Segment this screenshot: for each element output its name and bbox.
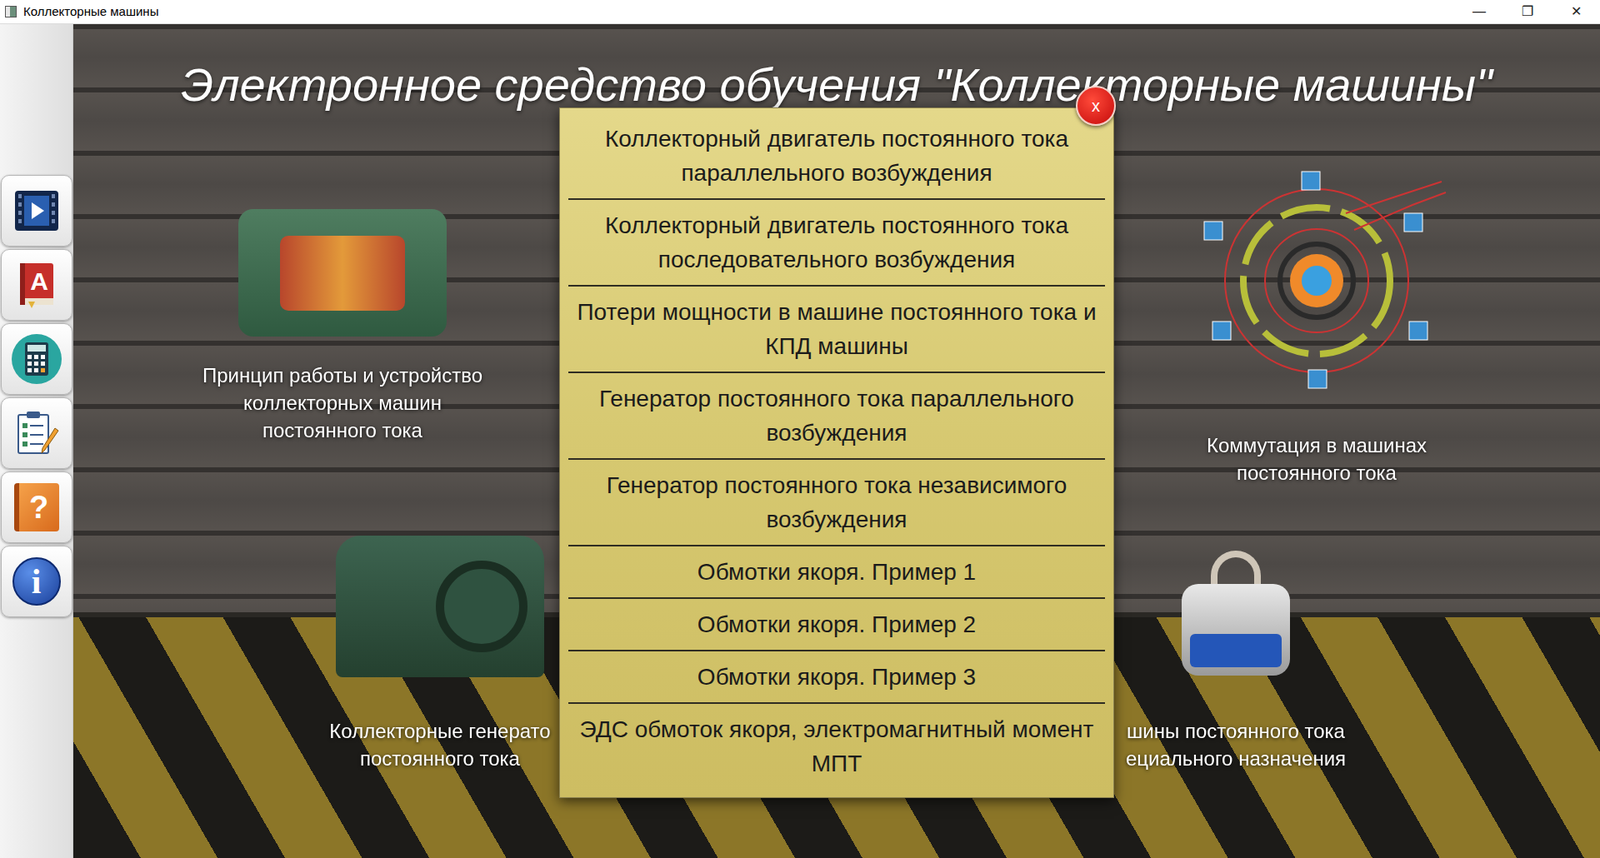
menu-card[interactable]: Коллекторные генератопостоянного тока: [273, 535, 607, 773]
caption-line: Коммутация в машинах: [1206, 431, 1427, 460]
restore-button[interactable]: ❐: [1503, 0, 1552, 24]
minimize-button[interactable]: —: [1455, 0, 1504, 24]
commutation-diagram: [1179, 163, 1455, 399]
topic-divider: [568, 458, 1105, 460]
menu-card[interactable]: Принцип работы и устройствоколлекторных …: [167, 209, 518, 445]
help-icon: ?: [14, 483, 60, 532]
topic-item[interactable]: Обмотки якоря. Пример 1: [560, 546, 1114, 598]
caption-line: шины постоянного тока: [1126, 717, 1345, 745]
topic-divider: [568, 545, 1105, 547]
caption-line: коллекторных машин: [243, 389, 442, 417]
generator-picture: [335, 535, 545, 678]
card-caption: шины постоянного токаециального назначен…: [1125, 717, 1346, 773]
info-icon: i: [12, 557, 61, 606]
topic-item[interactable]: Генератор постоянного тока параллельного…: [560, 373, 1114, 459]
sidebar-button[interactable]: [0, 175, 73, 247]
topic-divider: [568, 597, 1105, 600]
motor-picture: [238, 209, 447, 337]
topic-divider: [568, 285, 1105, 287]
main-area: Электронное средство обучения "Коллектор…: [73, 24, 1600, 858]
topic-divider: [568, 371, 1105, 374]
topic-item[interactable]: Потери мощности в машине постоянного ток…: [560, 286, 1114, 372]
menu-card[interactable]: шины постоянного токаециального назначен…: [1085, 550, 1386, 773]
sidebar-button[interactable]: [0, 397, 73, 470]
sidebar: A? i: [0, 24, 74, 858]
help-glyph: ?: [29, 490, 49, 525]
window-title: Коллекторные машины: [23, 2, 159, 22]
caption-line: Коллекторные генерато: [329, 717, 550, 745]
topic-divider: [568, 650, 1105, 652]
close-window-button[interactable]: ✕: [1551, 0, 1600, 24]
book-icon: A: [11, 260, 62, 310]
sidebar-button[interactable]: A: [0, 249, 73, 321]
app-icon: [5, 5, 17, 18]
sidebar-button[interactable]: ?: [0, 471, 73, 544]
topic-item[interactable]: Коллекторный двигатель постоянного тока …: [560, 113, 1114, 199]
topic-item[interactable]: Обмотки якоря. Пример 2: [560, 599, 1114, 650]
info-glyph: i: [31, 563, 42, 600]
topic-item[interactable]: ЭДС обмоток якоря, электромагнитный моме…: [560, 704, 1114, 790]
close-button[interactable]: x: [1075, 85, 1116, 126]
sidebar-button[interactable]: i: [0, 545, 73, 618]
card-caption: Коммутация в машинахпостоянного тока: [1206, 431, 1427, 487]
caption-line: постоянного тока: [360, 745, 520, 773]
caption-line: Принцип работы и устройство: [202, 361, 483, 390]
card-caption: Принцип работы и устройствоколлекторных …: [202, 361, 483, 445]
topic-divider: [568, 198, 1105, 200]
topic-item[interactable]: Обмотки якоря. Пример 3: [560, 651, 1114, 703]
caption-line: постоянного тока: [1236, 459, 1397, 487]
caption-line: постоянного тока: [262, 416, 423, 445]
book-letter: A: [25, 268, 54, 295]
app-body: A? i Электронное средство обучения "Коллек…: [0, 24, 1600, 858]
menu-card[interactable]: Коммутация в машинахпостоянного тока: [1150, 163, 1484, 487]
video-icon: [10, 184, 64, 238]
title-bar: Коллекторные машины —❐✕: [0, 0, 1600, 25]
test-icon: [10, 406, 64, 460]
calculator-icon: [10, 332, 64, 386]
sidebar-button[interactable]: [0, 323, 73, 395]
tachometer-picture: [1169, 550, 1303, 685]
topic-item[interactable]: Коллекторный двигатель постоянного тока …: [560, 200, 1114, 285]
card-caption: Коллекторные генератопостоянного тока: [329, 717, 550, 773]
topics-dialog: Коллекторный двигатель постоянного тока …: [559, 107, 1115, 799]
page-heading: Электронное средство обучения "Коллектор…: [73, 24, 1600, 115]
caption-line: ециального назначения: [1125, 745, 1346, 773]
topic-item[interactable]: Генератор постоянного тока независимого …: [560, 460, 1114, 545]
topic-divider: [568, 702, 1105, 705]
